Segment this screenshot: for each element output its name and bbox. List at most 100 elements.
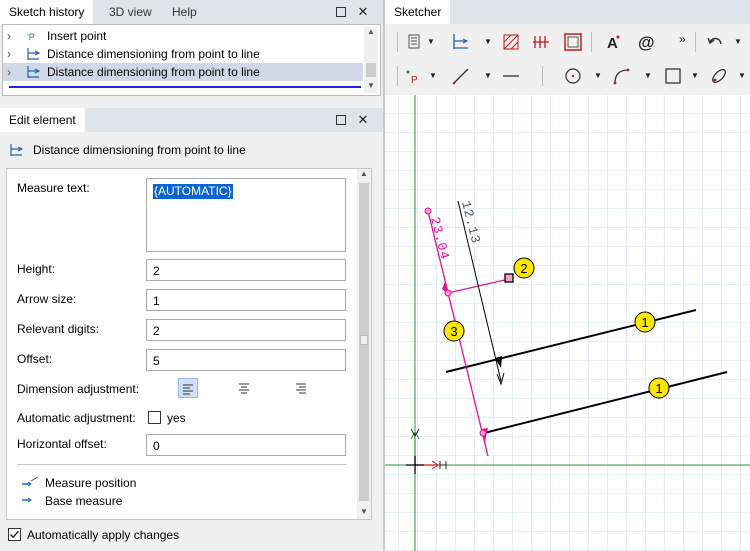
text-tool-icon[interactable]: A bbox=[603, 32, 623, 52]
more-tools-icon[interactable]: » bbox=[679, 33, 687, 45]
history-scrollbar[interactable]: ▲ ▼ bbox=[364, 27, 378, 93]
history-item-label: Insert point bbox=[47, 29, 107, 43]
callout-label: 1 bbox=[641, 315, 648, 330]
close-icon[interactable]: ✕ bbox=[356, 5, 370, 19]
checkmark-icon bbox=[10, 530, 19, 539]
point-handle[interactable] bbox=[479, 429, 487, 437]
offset-field[interactable]: 5 bbox=[146, 349, 346, 371]
automatic-adjustment-label: Automatic adjustment: bbox=[17, 411, 136, 425]
sketcher-pane: Sketcher ▼ ▼ A @ » ▼ P ▼ ▼ ▼ ▼ ▼ ▼ 23.04… bbox=[385, 0, 750, 551]
selection-underline bbox=[9, 86, 361, 88]
trim-icon[interactable] bbox=[531, 32, 551, 52]
relevant-digits-field[interactable]: 2 bbox=[146, 319, 346, 341]
callout-label: 1 bbox=[655, 381, 662, 396]
auto-apply-checkbox[interactable] bbox=[8, 528, 21, 541]
left-tabbar: Sketch history 3D view Help ✕ bbox=[0, 0, 383, 24]
chevron-down-icon[interactable]: ▼ bbox=[427, 38, 435, 46]
height-label: Height: bbox=[17, 262, 56, 276]
maximize-icon[interactable] bbox=[334, 113, 348, 127]
horizontal-line-icon[interactable] bbox=[501, 66, 521, 86]
sketch-drawing[interactable]: 23.04 12.13 1 1 2 3 bbox=[385, 95, 750, 551]
chevron-right-icon[interactable]: › bbox=[7, 27, 11, 45]
scroll-down-icon[interactable]: ▼ bbox=[357, 507, 371, 516]
toolbar-separator bbox=[542, 66, 543, 86]
chevron-right-icon[interactable]: › bbox=[7, 63, 11, 81]
rectangle-tool-icon[interactable] bbox=[663, 66, 683, 86]
left-pane: Sketch history 3D view Help ✕ › 'P Inser… bbox=[0, 0, 383, 551]
measure-position-label: Measure position bbox=[45, 476, 137, 490]
point-handle[interactable] bbox=[444, 289, 452, 297]
form-scrollbar[interactable]: ▲ ▼ bbox=[357, 169, 371, 519]
edit-element-header: Distance dimensioning from point to line bbox=[0, 132, 383, 168]
dimension-tool-icon[interactable] bbox=[451, 32, 471, 52]
point-handle[interactable] bbox=[424, 207, 432, 215]
align-left-icon bbox=[183, 384, 193, 395]
horizontal-offset-label: Horizontal offset: bbox=[17, 437, 107, 451]
chevron-down-icon[interactable]: ▼ bbox=[738, 72, 746, 80]
arrow-size-field[interactable]: 1 bbox=[146, 289, 346, 311]
list-item[interactable]: › Distance dimensioning from point to li… bbox=[3, 45, 363, 63]
selected-point-handle[interactable] bbox=[504, 273, 514, 283]
layers-icon[interactable] bbox=[405, 32, 425, 52]
grid bbox=[385, 95, 750, 551]
chevron-down-icon[interactable]: ▼ bbox=[644, 72, 652, 80]
automatic-adjustment-checkbox[interactable] bbox=[148, 411, 161, 424]
toolbar-separator bbox=[397, 66, 398, 86]
maximize-icon[interactable] bbox=[334, 5, 348, 19]
line-tool-icon[interactable] bbox=[451, 66, 471, 86]
toolbar-row-2: P ▼ ▼ ▼ ▼ ▼ ▼ bbox=[385, 58, 750, 94]
list-item[interactable]: › 'P Insert point bbox=[3, 27, 363, 45]
history-item-label: Distance dimensioning from point to line bbox=[47, 65, 260, 79]
circle-tool-icon[interactable] bbox=[563, 66, 583, 86]
horizontal-offset-field[interactable]: 0 bbox=[146, 434, 346, 456]
chevron-down-icon[interactable]: ▼ bbox=[734, 38, 742, 46]
chevron-down-icon[interactable]: ▼ bbox=[484, 38, 492, 46]
chevron-down-icon[interactable]: ▼ bbox=[594, 72, 602, 80]
align-left-button[interactable] bbox=[178, 378, 198, 398]
measure-text-label: Measure text: bbox=[17, 181, 90, 195]
history-item-label: Distance dimensioning from point to line bbox=[47, 47, 260, 61]
dimension-icon bbox=[27, 66, 41, 78]
point-tool-icon[interactable]: P bbox=[403, 66, 423, 86]
chevron-down-icon[interactable]: ▼ bbox=[484, 72, 492, 80]
frame-icon[interactable] bbox=[563, 32, 583, 52]
height-field[interactable]: 2 bbox=[146, 259, 346, 281]
dimension-adjustment-label: Dimension adjustment: bbox=[17, 382, 140, 396]
close-icon[interactable]: ✕ bbox=[356, 113, 370, 127]
dimension-icon bbox=[27, 48, 41, 60]
measure-text-field[interactable]: {AUTOMATIC} bbox=[146, 178, 346, 252]
divider bbox=[17, 464, 347, 465]
ellipse-tool-icon[interactable] bbox=[709, 66, 729, 86]
toolbar-separator bbox=[695, 32, 696, 52]
automatic-adjustment-option: yes bbox=[167, 411, 186, 425]
chevron-down-icon[interactable]: ▼ bbox=[429, 72, 437, 80]
scroll-up-icon[interactable]: ▲ bbox=[357, 169, 371, 178]
sketch-canvas[interactable]: 23.04 12.13 1 1 2 3 bbox=[385, 95, 750, 551]
tab-3d-view[interactable]: 3D view bbox=[100, 0, 161, 24]
list-item[interactable]: › Distance dimensioning from point to li… bbox=[3, 63, 363, 81]
scroll-down-icon[interactable]: ▼ bbox=[364, 81, 378, 93]
tab-edit-element[interactable]: Edit element bbox=[0, 108, 85, 132]
at-symbol-icon[interactable]: @ bbox=[637, 32, 657, 52]
callout-badge-1: 1 bbox=[634, 311, 656, 333]
tab-sketcher[interactable]: Sketcher bbox=[385, 0, 451, 24]
align-center-button[interactable] bbox=[234, 378, 254, 398]
arc-tool-icon[interactable] bbox=[611, 66, 631, 86]
hatch-icon[interactable] bbox=[501, 32, 521, 52]
auto-apply-row[interactable]: Automatically apply changes bbox=[8, 528, 308, 544]
tab-sketch-history[interactable]: Sketch history bbox=[0, 0, 94, 24]
chevron-down-icon[interactable]: ▼ bbox=[691, 72, 699, 80]
arrow-size-label: Arrow size: bbox=[17, 292, 77, 306]
svg-text:@: @ bbox=[638, 33, 655, 52]
dimension-icon bbox=[10, 144, 24, 156]
align-right-button[interactable] bbox=[291, 378, 311, 398]
align-right-icon bbox=[296, 383, 306, 394]
tab-help[interactable]: Help bbox=[163, 0, 206, 24]
sketcher-tabbar: Sketcher bbox=[385, 0, 750, 24]
callout-label: 3 bbox=[450, 324, 457, 339]
undo-icon[interactable] bbox=[705, 32, 725, 52]
edit-element-title: Distance dimensioning from point to line bbox=[33, 143, 246, 157]
scroll-thumb[interactable] bbox=[366, 63, 376, 77]
scroll-up-icon[interactable]: ▲ bbox=[364, 27, 378, 39]
chevron-right-icon[interactable]: › bbox=[7, 45, 11, 63]
